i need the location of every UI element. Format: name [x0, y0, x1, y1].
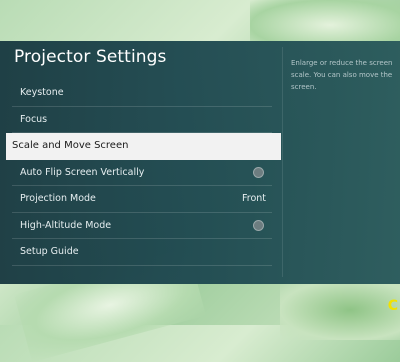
menu-item-scale-and-move-screen[interactable]: Scale and Move Screen: [6, 133, 281, 160]
menu-item-label: Setup Guide: [20, 246, 79, 257]
page-title: Projector Settings: [14, 47, 167, 67]
settings-menu: Keystone Focus Scale and Move Screen Aut…: [6, 80, 281, 266]
menu-item-label: Projection Mode: [20, 193, 96, 204]
toggle-off-icon[interactable]: [253, 219, 264, 231]
menu-item-label: Scale and Move Screen: [12, 140, 129, 151]
toggle-off-icon[interactable]: [253, 166, 264, 178]
menu-item-auto-flip-screen[interactable]: Auto Flip Screen Vertically: [12, 160, 272, 186]
menu-item-focus[interactable]: Focus: [12, 107, 272, 133]
menu-item-setup-guide[interactable]: Setup Guide: [12, 239, 272, 266]
menu-item-projection-mode[interactable]: Projection Mode Front: [12, 186, 272, 213]
corner-logo-glyph: C: [387, 298, 398, 314]
menu-item-label: Auto Flip Screen Vertically: [20, 166, 145, 178]
menu-item-label: Keystone: [20, 87, 64, 98]
menu-item-label: High-Altitude Mode: [20, 219, 112, 231]
menu-item-high-altitude-mode[interactable]: High-Altitude Mode: [12, 213, 272, 239]
projection-mode-value: Front: [241, 193, 266, 204]
leaf-shape: [280, 280, 400, 340]
menu-item-keystone[interactable]: Keystone: [12, 80, 272, 107]
panel-divider: [282, 47, 283, 277]
menu-item-label: Focus: [20, 113, 48, 125]
help-description: Enlarge or reduce the screen scale. You …: [291, 59, 393, 91]
